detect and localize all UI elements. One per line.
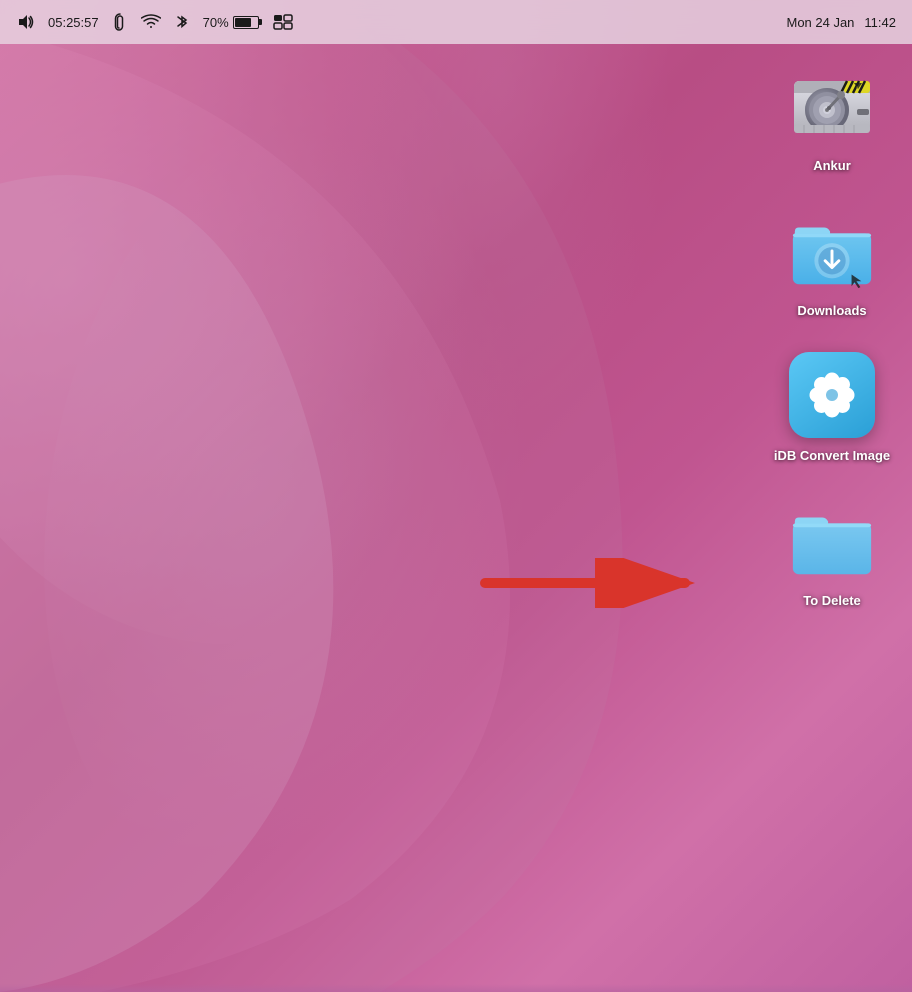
- desktop-icon-downloads[interactable]: Downloads: [772, 205, 892, 320]
- wifi-icon[interactable]: [141, 14, 161, 30]
- desktop-icons-container: !: [772, 60, 892, 610]
- desktop-icon-to-delete[interactable]: To Delete: [772, 495, 892, 610]
- paperclip-icon[interactable]: [113, 13, 127, 31]
- desktop: 05:25:57: [0, 0, 912, 992]
- to-delete-folder-icon: [787, 499, 877, 581]
- idb-label: iDB Convert Image: [774, 448, 890, 465]
- downloads-icon-image: [787, 205, 877, 295]
- menubar-clock: 11:42: [864, 15, 896, 30]
- svg-text:!: !: [856, 85, 857, 90]
- downloads-folder-icon: [787, 209, 877, 291]
- menubar-left: 05:25:57: [16, 13, 293, 31]
- ankur-label: Ankur: [813, 158, 851, 175]
- ankur-icon-image: !: [787, 60, 877, 150]
- downloads-label: Downloads: [797, 303, 866, 320]
- gear-flower-icon: [805, 368, 859, 422]
- menubar-date: Mon 24 Jan: [786, 15, 854, 30]
- bluetooth-icon[interactable]: [175, 13, 189, 31]
- to-delete-label: To Delete: [803, 593, 861, 610]
- menubar: 05:25:57: [0, 0, 912, 44]
- battery-percent: 70%: [203, 15, 229, 30]
- battery-icon: [233, 16, 259, 29]
- idb-icon-image: [787, 350, 877, 440]
- to-delete-icon-image: [787, 495, 877, 585]
- dock: [0, 984, 912, 992]
- idb-app-icon: [789, 352, 875, 438]
- menubar-time: 05:25:57: [48, 15, 99, 30]
- control-center-icon[interactable]: [273, 14, 293, 30]
- desktop-icon-idb[interactable]: iDB Convert Image: [772, 350, 892, 465]
- menubar-right: Mon 24 Jan 11:42: [786, 15, 896, 30]
- battery-indicator[interactable]: 70%: [203, 15, 259, 30]
- volume-icon[interactable]: [16, 13, 34, 31]
- desktop-icon-ankur[interactable]: !: [772, 60, 892, 175]
- harddrive-icon: !: [789, 67, 875, 143]
